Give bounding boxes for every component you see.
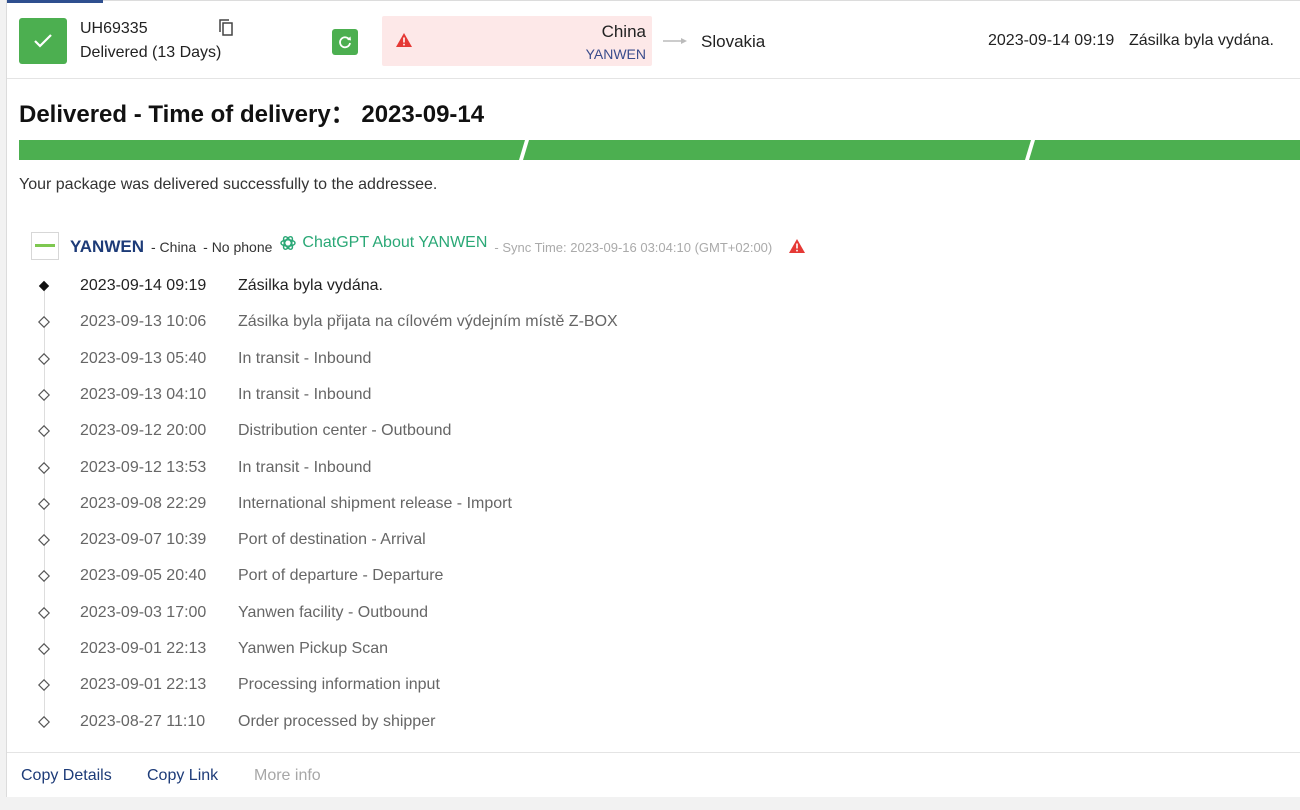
- origin-carrier-box[interactable]: China YANWEN: [382, 16, 652, 66]
- origin-carrier[interactable]: YANWEN: [586, 46, 646, 62]
- sync-time: - Sync Time: 2023-09-16 03:04:10 (GMT+02…: [494, 240, 773, 255]
- carrier-phone: - No phone: [203, 239, 273, 255]
- origin-country: China: [601, 22, 646, 41]
- timeline-event: 2023-09-14 09:19 Zásilka byla vydána.: [7, 268, 907, 304]
- event-time: 2023-09-13 04:10: [80, 385, 207, 403]
- shipment-header[interactable]: UH69335 Delivered (13 Days) China YANWEN: [7, 4, 1300, 79]
- event-time: 2023-09-14 09:19: [80, 277, 207, 294]
- timeline-event: 2023-09-12 13:53 In transit - Inbound: [7, 450, 907, 486]
- filled-diamond-icon: [38, 280, 50, 292]
- event-description: In transit - Inbound: [238, 385, 372, 403]
- timeline-event: 2023-09-08 22:29 International shipment r…: [7, 486, 907, 522]
- chatgpt-about-carrier-link[interactable]: ChatGPT About YANWEN: [279, 234, 487, 252]
- tracking-panel: UH69335 Delivered (13 Days) China YANWEN: [6, 0, 1300, 797]
- diamond-icon: [38, 497, 50, 510]
- delivery-progress-bar: [19, 140, 1300, 160]
- carrier-name-link[interactable]: YANWEN: [70, 237, 144, 257]
- timeline-event: 2023-09-01 22:13 Yanwen Pickup Scan: [7, 631, 907, 667]
- timeline-event: 2023-09-13 10:06 Zásilka byla přijata na …: [7, 304, 907, 340]
- copy-details-link[interactable]: Copy Details: [21, 767, 112, 785]
- destination-country: Slovakia: [701, 32, 766, 51]
- delivered-status-badge: [19, 18, 67, 64]
- timeline-event: 2023-09-12 20:00 Distribution center - Ou…: [7, 413, 907, 449]
- copy-icon[interactable]: [218, 19, 234, 37]
- refresh-icon: [339, 36, 351, 49]
- event-time: 2023-09-01 22:13: [80, 676, 207, 694]
- latest-event-description: Zásilka byla vydána.: [1129, 32, 1274, 49]
- event-description: In transit - Inbound: [238, 458, 372, 476]
- chatgpt-icon: [280, 236, 297, 250]
- event-description: International shipment release - Import: [238, 494, 512, 512]
- event-description: Zásilka byla vydána.: [238, 277, 383, 294]
- diamond-icon: [38, 461, 50, 474]
- event-time: 2023-09-01 22:13: [80, 640, 207, 657]
- timeline-event: 2023-09-01 22:13 Processing information i…: [7, 667, 907, 703]
- timeline-event: 2023-09-07 10:39 Port of destination - Ar…: [7, 522, 907, 558]
- event-description: Distribution center - Outbound: [238, 422, 452, 440]
- arrow-right-icon: [663, 38, 687, 44]
- progress-divider: [1025, 140, 1035, 160]
- check-icon: [34, 34, 52, 48]
- diamond-icon: [38, 643, 50, 655]
- panel-top-border: [7, 0, 1300, 1]
- diamond-icon: [38, 606, 50, 619]
- event-description: In transit - Inbound: [238, 349, 372, 367]
- progress-divider: [519, 140, 529, 160]
- diamond-icon: [38, 388, 50, 401]
- carrier-logo: [31, 232, 59, 260]
- delivery-message: Your package was delivered successfully …: [19, 176, 438, 193]
- carrier-info: YANWEN - China - No phone ChatGPT About …: [70, 234, 806, 257]
- timeline-event: 2023-09-13 05:40 In transit - Inbound: [7, 341, 907, 377]
- chatgpt-label[interactable]: ChatGPT About YANWEN: [302, 234, 487, 252]
- event-time: 2023-09-13 05:40: [80, 349, 207, 367]
- timeline-event: 2023-09-05 20:40 Port of departure - Depa…: [7, 558, 907, 594]
- copy-link-link[interactable]: Copy Link: [147, 767, 218, 785]
- event-description: Yanwen facility - Outbound: [238, 603, 429, 621]
- event-time: 2023-09-05 20:40: [80, 567, 207, 585]
- event-time: 2023-08-27 11:10: [80, 712, 206, 730]
- event-time: 2023-09-12 20:00: [80, 422, 207, 440]
- refresh-button[interactable]: [332, 29, 358, 55]
- event-time: 2023-09-12 13:53: [80, 458, 207, 476]
- event-description: Order processed by shipper: [238, 712, 436, 730]
- tracking-number: UH69335: [80, 20, 148, 37]
- warning-icon: [396, 33, 412, 47]
- diamond-icon: [38, 679, 50, 692]
- event-description: Zásilka byla přijata na cílovém výdejním…: [238, 313, 618, 331]
- diamond-icon: [38, 534, 50, 547]
- event-description: Yanwen Pickup Scan: [238, 640, 389, 657]
- diamond-icon: [38, 715, 50, 728]
- timeline-event: 2023-08-27 11:10 Order processed by shipp…: [7, 704, 907, 740]
- diamond-icon: [38, 570, 50, 583]
- warning-icon[interactable]: [788, 238, 806, 254]
- progress-fill: [19, 140, 1300, 160]
- carrier-origin: - China: [151, 239, 197, 255]
- event-time: 2023-09-13 10:06: [80, 313, 207, 331]
- event-time: 2023-09-03 17:00: [80, 603, 207, 621]
- panel-footer: Copy Details Copy Link More info: [7, 752, 1300, 798]
- more-info-link[interactable]: More info: [254, 767, 321, 785]
- timeline-event: 2023-09-03 17:00 Yanwen facility - Outbou…: [7, 595, 907, 631]
- diamond-icon: [38, 316, 50, 329]
- event-description: Processing information input: [238, 676, 440, 694]
- event-description: Port of destination - Arrival: [238, 531, 426, 549]
- event-time: 2023-09-08 22:29: [80, 494, 207, 512]
- diamond-icon: [38, 352, 50, 365]
- event-description: Port of departure - Departure: [238, 567, 444, 585]
- active-tab-indicator: [7, 0, 103, 3]
- timeline-event: 2023-09-13 04:10 In transit - Inbound: [7, 377, 907, 413]
- diamond-icon: [38, 425, 50, 438]
- latest-event-time: 2023-09-14 09:19: [988, 32, 1115, 49]
- event-time: 2023-09-07 10:39: [80, 531, 207, 549]
- delivery-title: Delivered - Time of delivery： 2023-09-14: [19, 101, 485, 128]
- delivery-status: Delivered (13 Days): [80, 44, 222, 61]
